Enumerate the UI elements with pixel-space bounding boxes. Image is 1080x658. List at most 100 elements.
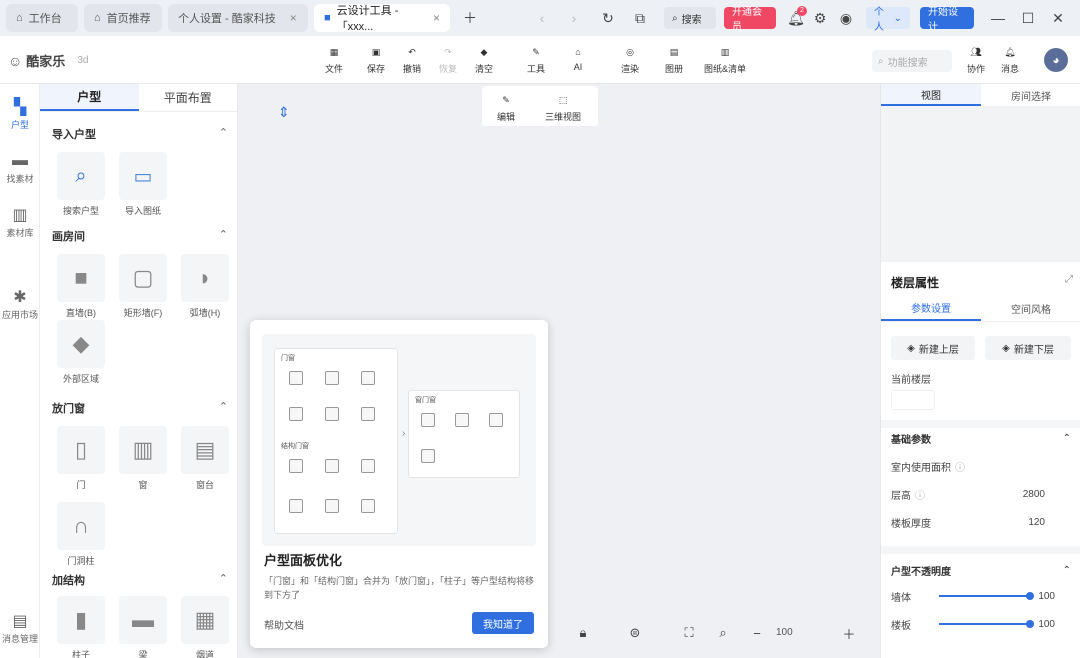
tab-space-style[interactable]: 空间风格 xyxy=(981,296,1080,321)
section-walls[interactable]: 画房间 ⌃ xyxy=(52,228,228,244)
app-icon: ■ xyxy=(324,12,331,24)
zoom-in-icon[interactable]: ＋ xyxy=(838,622,860,644)
add-lower-floor-button[interactable]: ◈ 新建下层 xyxy=(985,336,1071,360)
ai-tool[interactable]: ⌂ AI xyxy=(560,42,596,72)
tools-tool[interactable]: ✎ 工具 xyxy=(518,42,554,75)
feature-search-input[interactable]: ⌕ 功能搜索 xyxy=(872,50,952,72)
redo-tool[interactable]: ↷ 恢复 xyxy=(430,42,466,75)
tab-design-tool[interactable]: ■ 云设计工具 -「xxx... × xyxy=(314,4,450,33)
add-upper-floor-button[interactable]: ◈ 新建上层 xyxy=(891,336,975,360)
info-icon: ⓘ xyxy=(915,490,925,502)
collab-tool[interactable]: 👥︎ 协作 xyxy=(958,42,994,75)
save-icon: ▣ xyxy=(371,46,381,57)
wall-opacity-slider[interactable] xyxy=(939,592,1034,600)
left-panel: 户型 平面布置 导入户型 ⌃ ⌕ 搜索户型 ▭ 导入图纸 画房间 ⌃ ■ 直墙(B) ▢ 矩… xyxy=(40,84,238,658)
section-structure[interactable]: 加结构 ⌃ xyxy=(52,572,228,588)
tab-room-select[interactable]: 房间选择 xyxy=(981,84,1080,106)
close-icon[interactable]: × xyxy=(433,11,440,25)
item-rect-wall[interactable]: ▢ 矩形墙(F) xyxy=(114,254,172,319)
floor-opacity-slider[interactable] xyxy=(939,620,1034,628)
zoom-area-icon[interactable]: ⌕ xyxy=(712,622,734,644)
item-window[interactable]: ▥ 窗 xyxy=(114,426,172,491)
basic-params-header[interactable]: 基础参数 ⌃ xyxy=(891,428,1071,448)
item-search-floorplan[interactable]: ⌕ 搜索户型 xyxy=(52,152,110,217)
compass-icon[interactable]: ⇕ xyxy=(278,104,290,121)
edit-icon: ✎ xyxy=(502,94,510,105)
maximize-icon[interactable]: ☐ xyxy=(1014,4,1042,32)
expand-icon[interactable]: ⤢ xyxy=(1065,274,1073,285)
section-doors[interactable]: 放门窗 ⌃ xyxy=(52,400,228,416)
rail-item-materials[interactable]: ▬ 找素材 xyxy=(0,150,40,185)
tab-params[interactable]: 参数设置 xyxy=(881,296,981,321)
close-icon[interactable]: ✕ xyxy=(1044,4,1072,32)
avatar[interactable]: ◕ xyxy=(1044,48,1068,72)
undo-tool[interactable]: ↶ 撤销 xyxy=(394,42,430,75)
item-straight-wall[interactable]: ■ 直墙(B) xyxy=(52,254,110,319)
layers-icon: ◈ xyxy=(907,342,915,354)
zoom-out-icon[interactable]: − xyxy=(746,622,768,644)
item-flue[interactable]: ▦ 烟道 xyxy=(176,596,234,658)
promo-badge[interactable]: 开通会员 xyxy=(724,7,776,33)
render-tool[interactable]: ◎ 渲染 xyxy=(612,42,648,75)
copy-icon[interactable]: ⧉ xyxy=(626,4,654,32)
drawings-tool[interactable]: ▥ 图纸&清单 xyxy=(698,42,752,75)
refresh-icon[interactable]: ↻ xyxy=(594,4,622,32)
help-docs-link[interactable]: 帮助文档 xyxy=(264,617,304,632)
slider-row-floor: 楼板 100 xyxy=(891,618,1055,632)
item-door-pillar[interactable]: ∩ 门洞柱 xyxy=(52,502,110,567)
start-design-button[interactable]: 开始设计 xyxy=(920,7,974,33)
back-icon[interactable]: ‹ xyxy=(528,4,556,32)
file-tool[interactable]: ▦ 文件 xyxy=(316,42,352,75)
chevron-up-icon: ⌃ xyxy=(218,573,228,585)
tab-view[interactable]: 视图 xyxy=(881,84,981,106)
item-window-sill[interactable]: ▤ 窗台 xyxy=(176,426,234,491)
minimize-icon[interactable]: — xyxy=(984,4,1012,32)
item-arc-wall[interactable]: ◗ 弧墙(H) xyxy=(176,254,234,319)
slider-row-wall: 墙体 100 xyxy=(891,590,1055,604)
left-rail: ▚ 户型 ▬ 找素材 ▥ 素材库 ✱ 应用市场 ▤ 消息管理 xyxy=(0,84,40,658)
view-preview[interactable] xyxy=(881,106,1080,262)
rail-item-app-market[interactable]: ✱ 应用市场 xyxy=(0,286,40,321)
opacity-header[interactable]: 户型不透明度 ⌃ xyxy=(891,560,1071,580)
section-import[interactable]: 导入户型 ⌃ xyxy=(52,126,228,142)
fit-view-icon[interactable]: ⛶ xyxy=(678,622,700,644)
album-tool[interactable]: ▤ 图册 xyxy=(656,42,692,75)
panel-section-title: 楼层属性 xyxy=(891,276,940,290)
clear-tool[interactable]: ◆ 清空 xyxy=(466,42,502,75)
floorplan-icon: ▚ xyxy=(13,99,27,116)
close-icon[interactable]: × xyxy=(290,11,297,25)
tab-floorplan[interactable]: 户型 xyxy=(40,84,139,111)
tab-layout[interactable]: 平面布置 xyxy=(139,84,238,111)
account-dropdown[interactable]: 个人 ⌄ xyxy=(866,7,910,33)
tab-workbench[interactable]: ⌂ 工作台 xyxy=(6,4,78,32)
lock-icon[interactable]: 🔒︎ xyxy=(572,622,594,644)
got-it-button[interactable]: 我知道了 xyxy=(472,612,534,634)
rail-item-floorplan[interactable]: ▚ 户型 xyxy=(0,96,40,131)
brand-logo: ☺ 酷家乐 3d xyxy=(8,52,89,70)
save-tool[interactable]: ▣ 保存 xyxy=(358,42,394,75)
robot-icon[interactable]: ◉ xyxy=(832,4,860,32)
param-row-area: 室内使用面积 ⓘ xyxy=(891,456,1071,476)
gear-icon[interactable]: ⚙ xyxy=(806,4,834,32)
item-pillar[interactable]: ▮ 柱子 xyxy=(52,596,110,658)
search-button[interactable]: ⌕ 搜索 xyxy=(664,7,716,29)
arrow-right-icon: › xyxy=(402,428,406,439)
edit-tool[interactable]: ✎ 编辑 xyxy=(488,90,524,123)
item-import-drawing[interactable]: ▭ 导入图纸 xyxy=(114,152,172,217)
new-tab-icon[interactable]: ＋ xyxy=(456,4,484,32)
current-floor-select[interactable] xyxy=(891,390,935,410)
tab-settings[interactable]: 个人设置 - 酷家科技 × xyxy=(168,4,308,32)
right-panel-tabs: 视图 房间选择 xyxy=(881,84,1080,106)
bell-icon: 🔔︎ xyxy=(1004,46,1016,57)
forward-icon[interactable]: › xyxy=(560,4,588,32)
3d-view-tool[interactable]: ⬚ 三维视图 xyxy=(536,90,590,123)
item-door[interactable]: ▯ 门 xyxy=(52,426,110,491)
toggle-icon[interactable]: ⊜ xyxy=(624,622,646,644)
rail-item-library[interactable]: ▥ 素材库 xyxy=(0,204,40,239)
box-icon: ▢ xyxy=(119,254,167,302)
rail-item-message-center[interactable]: ▤ 消息管理 xyxy=(0,610,40,645)
item-outer-area[interactable]: ◆ 外部区域 xyxy=(52,320,110,385)
tab-home[interactable]: ⌂ 首页推荐 xyxy=(84,4,162,32)
item-beam[interactable]: ▬ 梁 xyxy=(114,596,172,658)
message-tool[interactable]: 🔔︎ 消息 xyxy=(992,42,1028,75)
